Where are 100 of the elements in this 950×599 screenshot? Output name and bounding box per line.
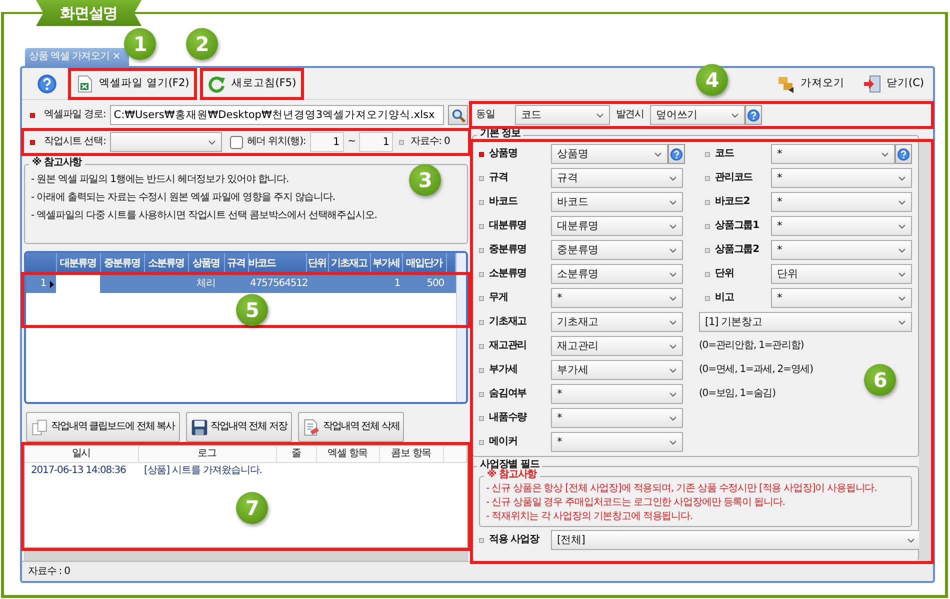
help-button[interactable] [745,105,762,125]
field-label: 작업시트 선택: [44,136,106,148]
dropdown[interactable]: * [771,288,912,308]
path-field[interactable]: C:₩Users₩홍재원₩Desktop₩천년경영3엑셀가져오기양식.xlsx [110,105,444,125]
dropdown[interactable]: 소분류명 [551,264,683,284]
dropdown[interactable]: 덮어쓰기 [650,105,746,125]
caret-icon [669,248,677,252]
number-field[interactable]: 1 [359,132,394,152]
table-cell [100,275,144,293]
scrollbar[interactable] [456,253,466,402]
caret-icon [669,440,677,444]
dropdown[interactable]: [전체] [551,530,919,550]
field-label: 메이커 [489,436,518,448]
dropdown[interactable]: 규격 [551,168,683,188]
hint-text: (0=관리안함, 1=관리함) [698,340,804,352]
search-button[interactable] [448,105,468,125]
bullet-icon [399,140,404,144]
field-label: 숨김여부 [489,388,528,400]
dropdown[interactable]: 바코드 [551,192,683,212]
action-button[interactable]: 작업내역 전체 저장 [186,412,292,442]
caret-icon [669,176,677,180]
field-label: 부가세 [489,364,518,376]
dropdown[interactable]: 부가세 [551,360,683,380]
dropdown[interactable]: * [771,144,895,164]
refresh-icon [208,74,226,92]
toolbar-button[interactable]: 엑셀파일 열기(F2) [71,70,194,96]
table-cell: 체리 [188,275,224,293]
dropdown[interactable]: * [551,408,683,428]
caret-icon [669,224,677,228]
caret-icon [669,296,677,300]
column-header[interactable]: 줄 [276,446,316,462]
column-header[interactable]: 엑셀 항목 [316,446,379,462]
dropdown[interactable]: * [771,240,912,260]
table-cell: 500 [402,275,446,293]
row-header[interactable]: 1 [26,275,56,293]
caret-icon [898,176,906,180]
column-header[interactable]: 로그 [138,446,276,462]
caret-icon [898,224,906,228]
dropdown[interactable]: 대분류명 [551,216,683,236]
caret-icon [907,538,915,542]
dropdown[interactable]: * [551,384,683,404]
note-text: - 원본 엑셀 파일의 1행에는 반드시 헤더정보가 있어야 합니다. [30,173,290,187]
caret-icon [898,248,906,252]
copy-icon [31,418,48,436]
exit-door-icon [863,74,882,92]
help-icon [670,148,683,160]
dropdown[interactable]: 기초재고 [551,312,683,332]
status-text: 자료수 : 0 [28,566,70,578]
field-label: 소분류명 [489,268,528,280]
help-icon [897,148,910,160]
document-eraser-icon [302,418,320,436]
notes-title: ※ 참고사항 [29,157,85,169]
caret-icon [669,200,677,204]
toolbar-button[interactable]: 가져오기 [772,70,850,96]
callout-badge: 1 [124,28,156,60]
warning-text: - 신규 상품은 항상 [전체 사업장]에 적용되며, 기존 상품 수정시만 [적용 사업장]이 사용됩니다. [485,482,878,496]
table-cell: 2017-06-13 14:08:36 [25,462,138,480]
dropdown[interactable]: * [771,192,912,212]
dropdown[interactable]: * [551,288,683,308]
number-field[interactable]: 1 [310,132,344,152]
warning-text: - 적재위치는 각 사업장의 기본창고에 적용됩니다. [485,510,694,524]
field-label: 내품수량 [489,412,528,424]
caret-icon [898,296,906,300]
dropdown[interactable]: 중분류명 [551,240,683,260]
dropdown[interactable]: 재고관리 [551,336,683,356]
dropdown[interactable]: 상품명 [551,144,668,164]
column-header[interactable]: 일시 [25,446,138,462]
dropdown[interactable]: * [771,168,912,188]
help-button[interactable] [668,144,685,164]
caret-icon [669,272,677,276]
toolbar-button[interactable]: 닫기(C) [858,70,929,96]
field-label: 엑셀파일 경로: [44,109,106,121]
action-button[interactable]: 작업내역 전체 삭제 [298,412,404,442]
column-header[interactable]: 콤보 항목 [379,446,443,462]
note-text: - 엑셀파일의 다중 시트를 사용하시면 작업시트 선택 콤보박스에서 선택해주십시오. [30,209,378,223]
field-label: 관리코드 [715,172,754,184]
table-cell: 1 [370,275,402,293]
table-row[interactable]: 1 체리 4757564512 1 500 [26,275,456,293]
action-button[interactable]: 작업내역 클립보드에 전체 복사 [26,412,180,442]
caret-icon [669,368,677,372]
caret-icon [898,320,906,324]
dropdown[interactable]: 코드 [514,105,610,125]
field-label: 바코드2 [715,196,751,208]
field-label: 코드 [715,148,735,160]
scrollbar[interactable] [919,138,931,561]
hint-text: (0=면세, 1=과세, 2=영세) [698,364,813,376]
dropdown[interactable]: [1] 기본창고 [699,312,912,332]
table-cell: 4757564512 [248,275,306,293]
caret-icon [898,272,906,276]
field-label: 단위 [715,268,735,280]
dropdown[interactable]: * [551,432,683,452]
dropdown[interactable]: 단위 [771,264,912,284]
range-separator: ~ [348,136,356,148]
toolbar-button[interactable]: 새로고침(F5) [203,70,302,96]
hint-text: (0=보임, 1=숨김) [698,388,776,400]
folder-icon [777,74,796,92]
help-button[interactable] [895,144,912,164]
callout-badge: 2 [186,28,218,60]
dropdown[interactable]: * [771,216,912,236]
checkbox[interactable] [230,136,243,148]
